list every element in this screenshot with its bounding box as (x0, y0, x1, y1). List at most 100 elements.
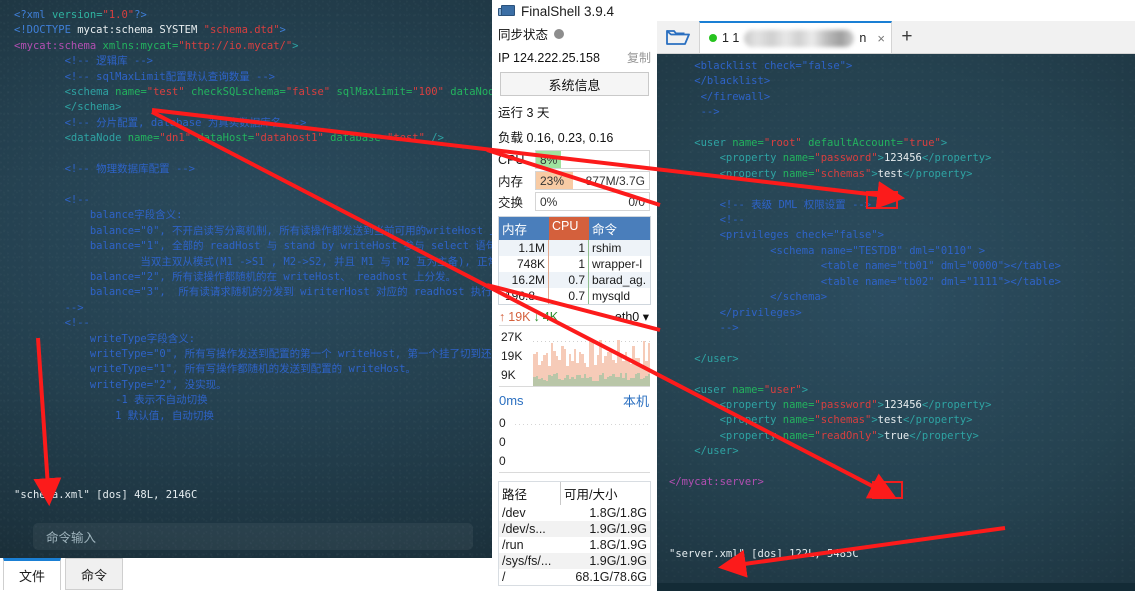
code-token: "readOnly" (814, 429, 878, 442)
code-line: </schema> (14, 100, 492, 115)
process-memory: 196.8... (499, 288, 549, 304)
open-folder-button[interactable] (657, 21, 699, 53)
code-token: writeType="1", 所有写操作都随机的发送到配置的 writeHost… (14, 363, 416, 376)
disk-size: 1.9G/1.9G (589, 554, 647, 568)
code-token: 123456 (883, 398, 922, 411)
latency-y-label-1: 0 (499, 434, 506, 449)
code-token: true (883, 429, 910, 442)
sync-status-dot (554, 28, 565, 39)
code-token: <!-- 物理数据库配置 --> (14, 163, 195, 176)
process-col-command[interactable]: 命令 (589, 217, 650, 240)
code-line: </blacklist> (669, 74, 1135, 89)
code-token: writeType字段含义: (14, 332, 196, 345)
swap-gauge-label: 交换 (498, 196, 524, 210)
network-y-label-2: 9K (501, 367, 516, 382)
process-row[interactable]: 1.1M 1 rshim (499, 240, 650, 256)
process-row[interactable]: 748K 1 wrapper-l (499, 256, 650, 272)
code-line: writeType="2", 没实现。 (14, 378, 492, 393)
disk-row[interactable]: /run 1.8G/1.9G (499, 537, 650, 553)
cpu-gauge-label: CPU (498, 152, 525, 167)
process-table-body: 1.1M 1 rshim 748K 1 wrapper-l 16.2M 0.7 barad_ag… (499, 240, 650, 304)
process-row[interactable]: 16.2M 0.7 barad_ag. (499, 272, 650, 288)
server-xml-editor[interactable]: <blacklist check="false"> </blacklist> <… (657, 54, 1135, 591)
code-token: <!-- 逻辑库 --> (14, 55, 153, 68)
code-token: <!-- (14, 317, 90, 330)
code-token: <property (669, 398, 783, 411)
disk-path: /sys/fs/... (502, 554, 552, 568)
process-row[interactable]: 196.8... 0.7 mysqld (499, 288, 650, 304)
code-line: <dataNode name="dn1" dataHost="datahost1… (14, 131, 492, 146)
code-token: "user" (763, 383, 802, 396)
sync-status-label: 同步状态 (498, 28, 549, 42)
code-token: "root" (763, 137, 802, 150)
process-col-memory[interactable]: 内存 (499, 217, 549, 240)
code-line: writeType="1", 所有写操作都随机的发送到配置的 writeHost… (14, 362, 492, 377)
code-line: </firewall> (669, 90, 1135, 105)
code-token: balance="0", 不开启读写分离机制, 所有读操作都发送到当前可用的wr… (14, 224, 492, 237)
process-command: mysqld (592, 289, 631, 303)
code-line: <table name="tb01" dml="0000"></table> (669, 259, 1135, 274)
disk-table: 路径 可用/大小 /dev 1.8G/1.8G/dev/s... 1.9G/1.9G… (498, 481, 651, 586)
tab-file[interactable]: 文件 (3, 558, 61, 590)
network-chart-plot (533, 326, 650, 386)
code-token: 123456 (883, 152, 922, 165)
code-token: /> (424, 132, 444, 145)
network-interface-select[interactable]: eth0 ▾ (615, 309, 649, 324)
left-terminal-panel[interactable]: <?xml version="1.0"?> <!DOCTYPE mycat:sch… (0, 0, 492, 558)
process-cpu: 0.7 (549, 272, 589, 288)
right-editor-panel: 1 1 n × + <blacklist check="false"> </bl… (657, 0, 1135, 591)
process-memory: 16.2M (499, 272, 549, 288)
memory-gauge-label: 内存 (498, 175, 524, 189)
disk-row[interactable]: /sys/fs/... 1.9G/1.9G (499, 553, 650, 569)
code-token: <!-- 分片配置, database 为真实数据库名 --> (14, 116, 307, 129)
code-token: sqlMaxLimit= (330, 86, 413, 99)
code-line: <property name="schemas">test</property> (669, 413, 1135, 428)
swap-gauge-detail: 0/0 (628, 194, 645, 209)
code-line: <!-- (14, 316, 492, 331)
process-memory: 1.1M (499, 240, 549, 256)
code-token: "password" (814, 398, 878, 411)
code-token: <!-- (14, 193, 90, 206)
code-token: <schema name="TESTDB" dml="0110" > (669, 244, 986, 257)
ip-row: IP 124.222.25.158 复制 (492, 46, 657, 69)
copy-button[interactable]: 复制 (627, 49, 651, 66)
tab-label-redacted (744, 29, 855, 47)
code-line: writeType="0", 所有写操作发送到配置的第一个 writeHost,… (14, 347, 492, 362)
code-token: balance="1", 全部的 readHost 与 stand by wri… (89, 240, 492, 253)
add-tab-button[interactable]: + (892, 21, 922, 53)
code-token: dataHost= (191, 132, 255, 145)
tab-command[interactable]: 命令 (65, 558, 123, 590)
close-icon[interactable]: × (877, 31, 885, 46)
code-token: > (279, 24, 286, 37)
code-token: name= (127, 132, 160, 145)
disk-table-body: /dev 1.8G/1.8G/dev/s... 1.9G/1.9G/run 1.8G/… (499, 505, 650, 585)
cpu-gauge-percent: 8% (540, 152, 558, 167)
system-info-button[interactable]: 系统信息 (500, 72, 649, 96)
command-input[interactable]: 命令输入 (33, 523, 473, 550)
code-line: <schema name="TESTDB" dml="0110" > (669, 244, 1135, 259)
disk-row[interactable]: /dev/s... 1.9G/1.9G (499, 521, 650, 537)
uptime-row: 运行 3 天 (492, 99, 657, 124)
process-col-cpu[interactable]: CPU (549, 217, 589, 240)
code-line: <!DOCTYPE mycat:schema SYSTEM "schema.dt… (14, 23, 492, 38)
code-line: <property name="schemas">test</property> (669, 167, 1135, 182)
schema-file-status: "schema.xml" [dos] 48L, 2146C (14, 489, 198, 501)
disk-row[interactable]: /dev 1.8G/1.8G (499, 505, 650, 521)
code-token: version= (51, 9, 103, 21)
code-line: <property name="readOnly">true</property… (669, 429, 1135, 444)
ip-label: IP 124.222.25.158 (498, 50, 600, 65)
tab-connected-dot-icon (709, 34, 717, 42)
code-token: <!-- (669, 214, 745, 227)
code-token: "test" (146, 86, 185, 99)
code-line: balance字段含义: (14, 208, 492, 223)
code-line: <user name="user"> (669, 383, 1135, 398)
download-value: 4K (542, 309, 559, 324)
code-token: balance字段含义: (14, 209, 183, 222)
code-token: <user (669, 137, 733, 150)
disk-row[interactable]: / 68.1G/78.6G (499, 569, 650, 585)
disk-path: / (502, 570, 506, 584)
editor-tab-active[interactable]: 1 1 n × (699, 21, 892, 53)
